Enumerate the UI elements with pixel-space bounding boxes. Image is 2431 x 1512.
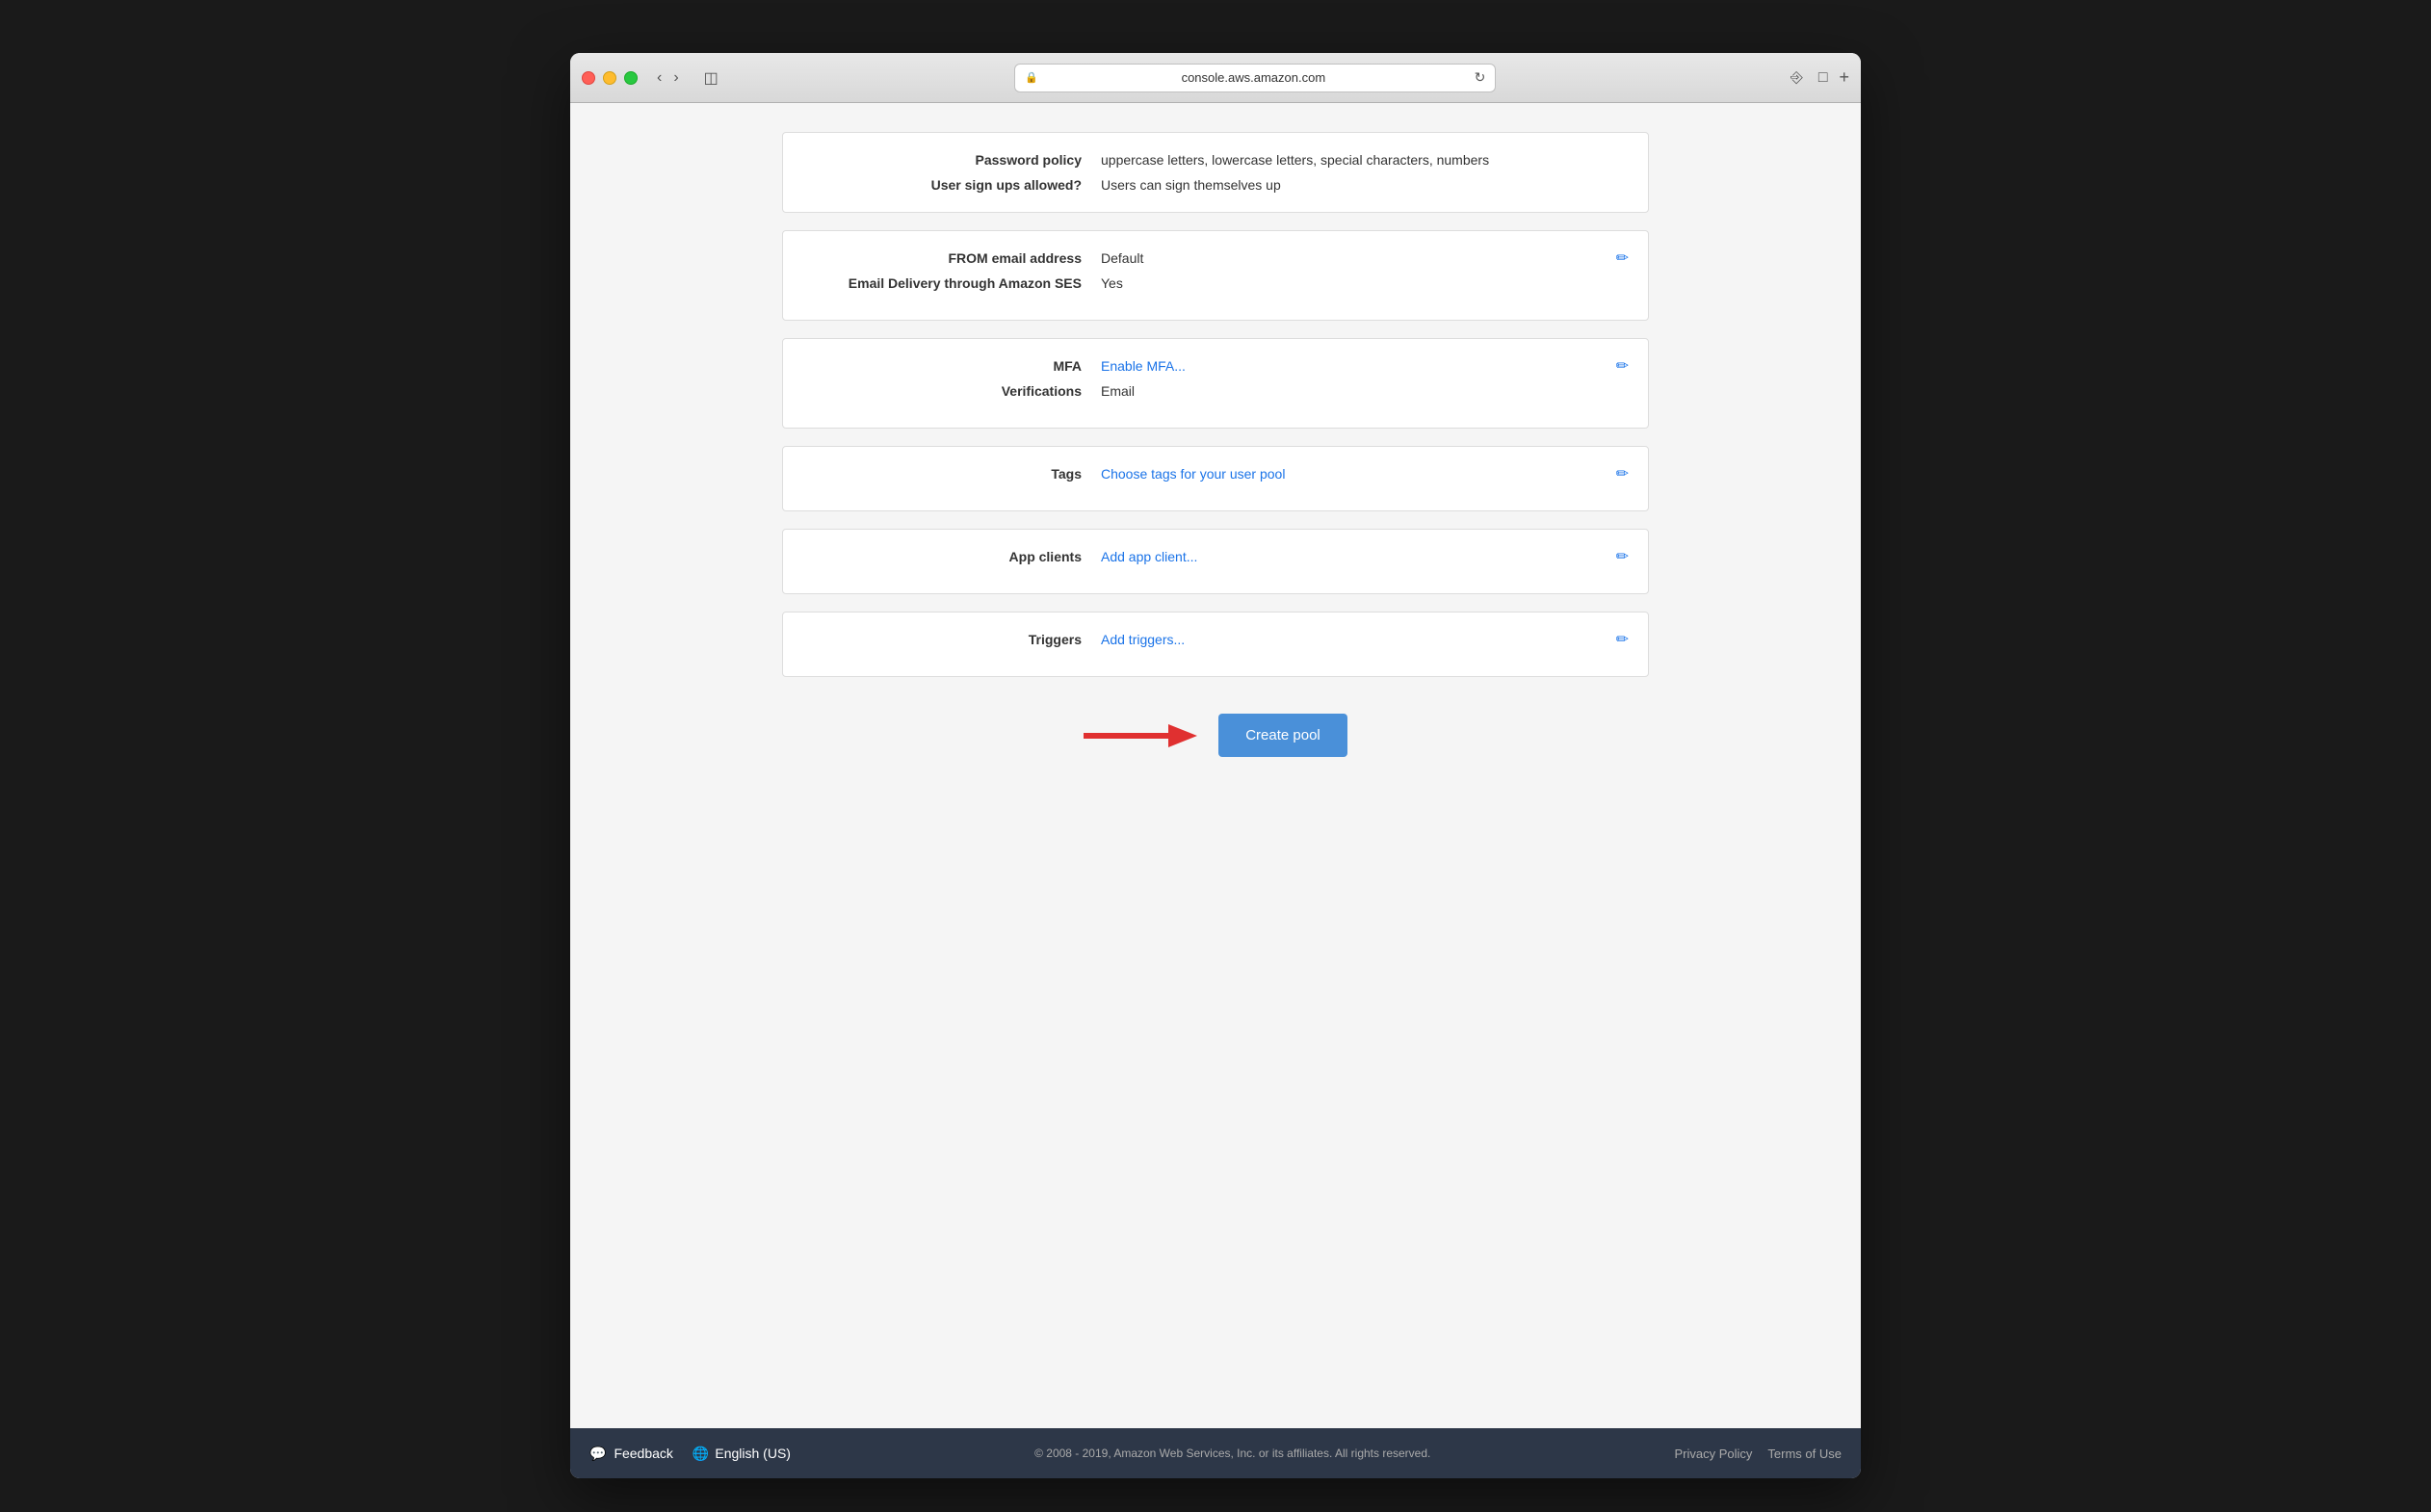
ses-label: Email Delivery through Amazon SES	[812, 275, 1101, 291]
tags-row: Tags Choose tags for your user pool	[812, 466, 1619, 482]
privacy-policy-link[interactable]: Privacy Policy	[1675, 1447, 1753, 1461]
tags-label: Tags	[812, 466, 1101, 482]
sidebar-toggle-button[interactable]: ◫	[698, 66, 724, 90]
forward-button[interactable]: ›	[669, 67, 682, 89]
address-bar[interactable]: 🔒 console.aws.amazon.com ↻	[1014, 64, 1496, 92]
footer-copyright: © 2008 - 2019, Amazon Web Services, Inc.…	[791, 1447, 1675, 1460]
password-policy-value: uppercase letters, lowercase letters, sp…	[1101, 152, 1619, 168]
app-clients-edit-icon[interactable]: ✏	[1616, 547, 1629, 566]
email-edit-icon[interactable]: ✏	[1616, 248, 1629, 268]
verifications-label: Verifications	[812, 383, 1101, 399]
traffic-lights	[582, 71, 638, 85]
feedback-label: Feedback	[614, 1446, 672, 1461]
triggers-label: Triggers	[812, 632, 1101, 647]
footer-right: Privacy Policy Terms of Use	[1675, 1447, 1843, 1461]
triggers-card: Triggers Add triggers... ✏	[782, 612, 1649, 677]
minimize-button[interactable]	[603, 71, 616, 85]
lock-icon: 🔒	[1025, 71, 1038, 84]
tags-value[interactable]: Choose tags for your user pool	[1101, 466, 1619, 482]
reload-button[interactable]: ↻	[1475, 69, 1486, 86]
from-email-label: FROM email address	[812, 250, 1101, 266]
tags-edit-icon[interactable]: ✏	[1616, 464, 1629, 483]
nav-buttons: ‹ ›	[653, 67, 683, 89]
mfa-card: MFA Enable MFA... Verifications Email ✏	[782, 338, 1649, 429]
password-policy-label: Password policy	[812, 152, 1101, 168]
user-signups-value: Users can sign themselves up	[1101, 177, 1619, 193]
ses-value: Yes	[1101, 275, 1619, 291]
footer: 💬 Feedback 🌐 English (US) © 2008 - 2019,…	[570, 1428, 1861, 1478]
add-tab-icon[interactable]: +	[1839, 67, 1849, 88]
app-clients-row: App clients Add app client...	[812, 549, 1619, 564]
triggers-edit-icon[interactable]: ✏	[1616, 630, 1629, 649]
from-email-row: FROM email address Default	[812, 250, 1619, 266]
create-pool-button[interactable]: Create pool	[1218, 714, 1347, 757]
triggers-value[interactable]: Add triggers...	[1101, 632, 1619, 647]
language-selector[interactable]: 🌐 English (US)	[693, 1446, 791, 1462]
maximize-button[interactable]	[624, 71, 638, 85]
title-bar: ‹ › ◫ 🔒 console.aws.amazon.com ↻ ⎆ □ +	[570, 53, 1861, 103]
verifications-value: Email	[1101, 383, 1619, 399]
terms-of-use-link[interactable]: Terms of Use	[1767, 1447, 1842, 1461]
triggers-row: Triggers Add triggers...	[812, 632, 1619, 647]
mfa-row: MFA Enable MFA...	[812, 358, 1619, 374]
feedback-icon: 💬	[589, 1446, 606, 1462]
content-area: Password policy uppercase letters, lower…	[570, 103, 1861, 1428]
center-panel: Password policy uppercase letters, lower…	[782, 132, 1649, 832]
browser-window: ‹ › ◫ 🔒 console.aws.amazon.com ↻ ⎆ □ + P…	[570, 53, 1861, 1478]
password-policy-card: Password policy uppercase letters, lower…	[782, 132, 1649, 213]
ses-row: Email Delivery through Amazon SES Yes	[812, 275, 1619, 291]
red-arrow-icon	[1084, 717, 1199, 755]
language-label: English (US)	[715, 1446, 791, 1461]
close-button[interactable]	[582, 71, 595, 85]
user-signups-label: User sign ups allowed?	[812, 177, 1101, 193]
user-signups-row: User sign ups allowed? Users can sign th…	[812, 177, 1619, 193]
mfa-value[interactable]: Enable MFA...	[1101, 358, 1619, 374]
mfa-edit-icon[interactable]: ✏	[1616, 356, 1629, 376]
bottom-spacer	[782, 794, 1649, 832]
back-button[interactable]: ‹	[653, 67, 666, 89]
url-text: console.aws.amazon.com	[1044, 70, 1463, 85]
from-email-value: Default	[1101, 250, 1619, 266]
footer-left: 💬 Feedback 🌐 English (US)	[589, 1446, 791, 1462]
arrow-container	[1084, 717, 1199, 755]
toolbar-right: ⎆ □	[1787, 67, 1831, 89]
globe-icon: 🌐	[693, 1446, 709, 1462]
app-clients-card: App clients Add app client... ✏	[782, 529, 1649, 594]
email-card: FROM email address Default Email Deliver…	[782, 230, 1649, 321]
share-button[interactable]: ⎆	[1787, 67, 1807, 89]
new-tab-button[interactable]: □	[1815, 67, 1832, 89]
create-pool-area: Create pool	[782, 694, 1649, 776]
feedback-button[interactable]: 💬 Feedback	[589, 1446, 673, 1462]
mfa-label: MFA	[812, 358, 1101, 374]
password-policy-row: Password policy uppercase letters, lower…	[812, 152, 1619, 168]
tags-card: Tags Choose tags for your user pool ✏	[782, 446, 1649, 511]
app-clients-value[interactable]: Add app client...	[1101, 549, 1619, 564]
app-clients-label: App clients	[812, 549, 1101, 564]
verifications-row: Verifications Email	[812, 383, 1619, 399]
copyright-text: © 2008 - 2019, Amazon Web Services, Inc.…	[1034, 1447, 1430, 1460]
